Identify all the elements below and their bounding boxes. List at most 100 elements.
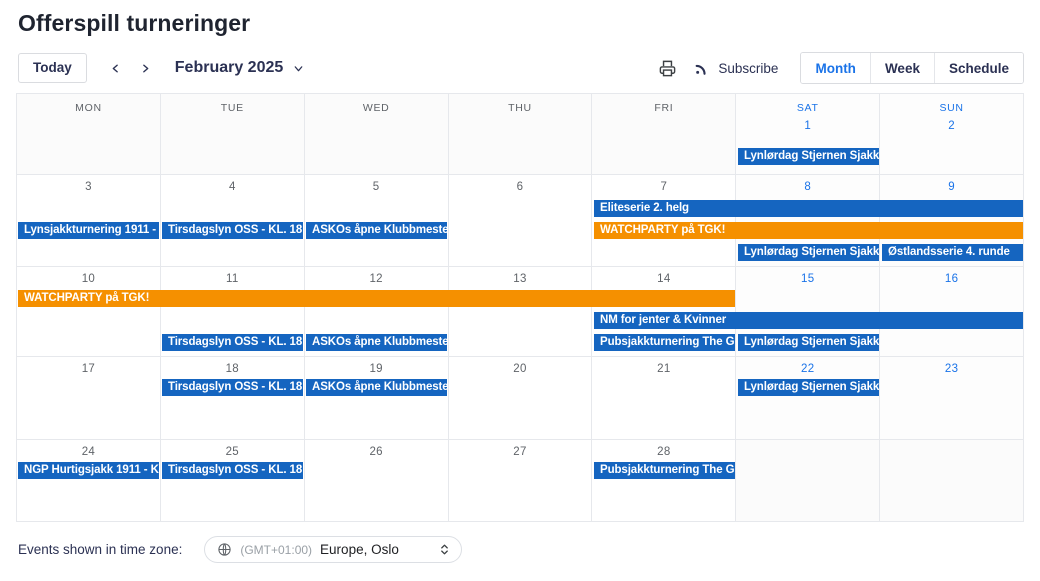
calendar-event[interactable]: Lynsjakkturnering 1911 - KL. 18 (18, 222, 159, 239)
day-of-week-header: TUE (220, 102, 244, 114)
day-number: 28 (657, 446, 671, 458)
calendar-day-cell[interactable]: 5 (304, 175, 449, 266)
calendar-day-cell[interactable]: 3 (17, 175, 161, 266)
calendar-day-cell[interactable]: 21 (592, 357, 737, 439)
toolbar-actions: Subscribe Month Week Schedule (650, 51, 1024, 85)
calendar-day-cell[interactable]: 20 (448, 357, 593, 439)
calendar-day-cell[interactable]: FRI (592, 94, 737, 174)
calendar-event[interactable]: Pubsjakkturnering The Goo (594, 462, 735, 479)
calendar-event[interactable]: Lynlørdag Stjernen Sjakklub (738, 148, 879, 165)
calendar-day-cell[interactable]: TUE (160, 94, 305, 174)
calendar-event[interactable]: Tirsdagslyn OSS - KL. 18:50 (162, 334, 303, 351)
day-number: 25 (225, 446, 239, 458)
calendar-day-cell[interactable] (880, 440, 1025, 521)
view-schedule-button[interactable]: Schedule (933, 53, 1023, 83)
day-number: 11 (226, 273, 239, 285)
calendar-event[interactable]: ASKOs åpne Klubbmesters (306, 222, 447, 239)
print-button[interactable] (650, 51, 684, 85)
day-number: 9 (948, 181, 955, 193)
day-number: 19 (369, 363, 383, 375)
calendar-day-cell[interactable]: 18 (160, 357, 305, 439)
calendar-event[interactable]: WATCHPARTY på TGK! (594, 222, 1023, 239)
day-number: 24 (81, 446, 96, 458)
month-year-label: February 2025 (174, 59, 284, 76)
calendar-event[interactable]: NM for jenter & Kvinner (594, 312, 1023, 329)
rss-icon (696, 64, 707, 75)
view-month-button[interactable]: Month (801, 53, 870, 83)
day-of-week-header: SUN (939, 102, 964, 114)
day-number: 2 (948, 120, 955, 132)
timezone-select[interactable]: (GMT+01:00) Europe, Oslo (204, 536, 463, 563)
calendar-event[interactable]: Østlandsserie 4. runde (882, 244, 1023, 261)
up-down-chevron-icon (441, 544, 449, 555)
calendar-day-cell[interactable]: 17 (17, 357, 161, 439)
calendar-event[interactable]: Lynlørdag Stjernen Sjakklub (738, 244, 879, 261)
subscribe-button[interactable]: Subscribe (694, 60, 778, 76)
day-number: 13 (513, 273, 527, 285)
day-of-week-header: SAT (796, 102, 819, 114)
chevron-right-icon (143, 64, 149, 72)
calendar-day-cell[interactable]: 27 (448, 440, 593, 521)
calendar-event[interactable]: Tirsdagslyn OSS - KL. 18:50 (162, 222, 303, 239)
day-number: 22 (801, 363, 815, 375)
calendar-day-cell[interactable]: 13 (448, 267, 593, 356)
calendar-event[interactable]: WATCHPARTY på TGK! (18, 290, 735, 307)
day-of-week-header: FRI (654, 102, 674, 114)
calendar-event[interactable]: Lynlørdag Stjernen Sjakklub (738, 379, 879, 396)
globe-icon (218, 543, 231, 556)
calendar-day-cell[interactable]: 22 (736, 357, 881, 439)
calendar-event[interactable]: ASKOs åpne Klubbmesters (306, 334, 447, 351)
calendar-day-cell[interactable]: 19 (304, 357, 449, 439)
timezone-label: Events shown in time zone: (18, 542, 183, 557)
day-number: 3 (85, 181, 92, 193)
day-number: 21 (657, 363, 671, 375)
calendar-day-cell[interactable]: 25 (160, 440, 305, 521)
calendar-event[interactable]: Pubsjakkturnering The Goo (594, 334, 735, 351)
day-number: 14 (657, 273, 671, 285)
day-number: 18 (225, 363, 239, 375)
day-of-week-header: THU (508, 102, 532, 114)
calendar-day-cell[interactable]: THU (448, 94, 593, 174)
calendar-day-cell[interactable]: SUN 2 (880, 94, 1025, 174)
calendar-day-cell[interactable]: 26 (304, 440, 449, 521)
day-number: 12 (369, 273, 383, 285)
day-number: 1 (804, 120, 812, 132)
calendar-day-cell[interactable]: 7 (592, 175, 737, 266)
month-navigation (101, 53, 161, 83)
calendar-day-cell[interactable]: 28 (592, 440, 737, 521)
view-switcher: Month Week Schedule (800, 52, 1024, 84)
prev-month-button[interactable] (101, 53, 131, 83)
day-number: 27 (513, 446, 527, 458)
calendar-event[interactable]: Tirsdagslyn OSS - KL. 18:50 (162, 379, 303, 396)
view-week-button[interactable]: Week (869, 53, 934, 83)
day-number: 16 (944, 273, 959, 285)
calendar-event[interactable]: NGP Hurtigsjakk 1911 - KL. 18: (18, 462, 159, 479)
calendar-week-row: 17 18 19 20 21 22 23 Tirsdagslyn OSS - KL. 18:5… (17, 357, 1025, 440)
timezone-stepper[interactable] (438, 542, 451, 557)
today-button[interactable]: Today (18, 53, 87, 83)
calendar-week-row: MON TUE WED THU FRI SAT 1 SUN 2 Lynlørdag Stjerne… (17, 94, 1025, 175)
calendar-day-cell[interactable]: 10 (17, 267, 161, 356)
next-month-button[interactable] (131, 53, 161, 83)
calendar-event[interactable]: ASKOs åpne Klubbmesters (306, 379, 447, 396)
calendar-day-cell[interactable]: 24 (17, 440, 161, 521)
day-number: 26 (369, 446, 383, 458)
page-title: Offerspill turneringer (18, 10, 251, 36)
calendar-day-cell[interactable]: 6 (448, 175, 593, 266)
day-number: 17 (81, 363, 96, 375)
calendar-day-cell[interactable] (736, 440, 881, 521)
calendar-day-cell[interactable]: 4 (160, 175, 305, 266)
day-number: 20 (513, 363, 527, 375)
calendar-day-cell[interactable]: 23 (880, 357, 1025, 439)
calendar-day-cell[interactable]: WED (304, 94, 449, 174)
day-number: 15 (801, 273, 815, 285)
calendar-event[interactable]: Tirsdagslyn OSS - KL. 18:50 (162, 462, 303, 479)
calendar-week-row: 3 4 5 6 7 8 9 Eliteserie 2. helg Lynsjakkturneri… (17, 175, 1025, 267)
calendar-grid: MON TUE WED THU FRI SAT 1 SUN 2 Lynlørdag Stjerne… (16, 93, 1025, 522)
day-of-week-header: MON (75, 102, 102, 114)
month-year-dropdown[interactable]: February 2025 (175, 59, 306, 77)
calendar-event[interactable]: Eliteserie 2. helg (594, 200, 1023, 217)
day-number: 23 (944, 363, 959, 375)
calendar-event[interactable]: Lynlørdag Stjernen Sjakklub (738, 334, 879, 351)
calendar-day-cell[interactable]: MON (17, 94, 161, 174)
